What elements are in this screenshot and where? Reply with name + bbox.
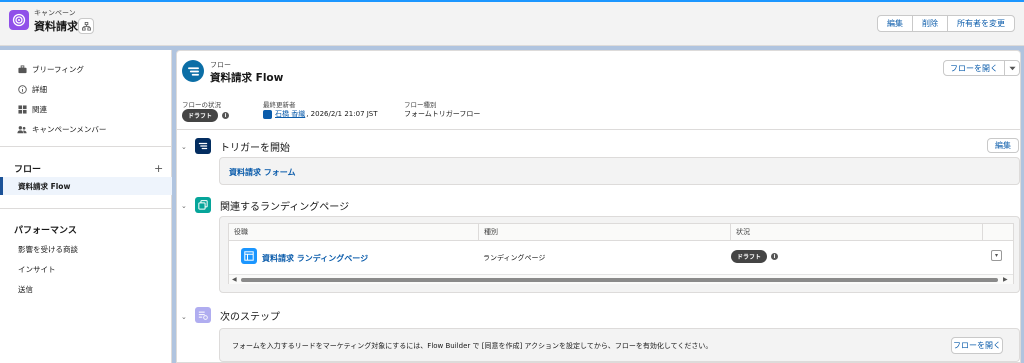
edit-button[interactable]: 編集 — [877, 15, 913, 32]
landing-page-icon — [195, 197, 211, 213]
column-header-status[interactable]: 状況 — [731, 224, 983, 241]
nav-item-label: 関連 — [32, 104, 47, 114]
record-type-label: キャンペーン — [34, 9, 76, 17]
flow-icon — [182, 60, 204, 82]
nav-item-briefing[interactable]: ブリーフィング — [17, 62, 84, 76]
grid-icon — [17, 104, 27, 114]
trigger-card: 資料請求 フォーム — [219, 157, 1020, 185]
nav-item-label: 詳細 — [32, 84, 47, 94]
edit-trigger-button[interactable]: 編集 — [987, 138, 1019, 153]
hierarchy-icon — [81, 21, 91, 31]
last-modified-value: 石橋 香織 , 2026/2/1 21:07 JST — [263, 109, 378, 119]
info-icon — [17, 84, 27, 94]
landing-pages-card: 役職 種別 状況 資料請求 ランディングページ ランディングページ ドラフト i… — [219, 216, 1020, 293]
landing-pages-table: 役職 種別 状況 資料請求 ランディングページ ランディングページ ドラフト i… — [228, 223, 1014, 284]
landing-page-status: ドラフト i — [731, 250, 779, 263]
horizontal-scrollbar[interactable]: ◀ ▶ — [229, 274, 1013, 284]
nav-item-insights[interactable]: インサイト — [18, 264, 56, 275]
scroll-left-icon[interactable]: ◀ — [232, 276, 237, 283]
nav-section-flow: フロー — [14, 165, 42, 175]
next-steps-text: フォームを入力するリードをマーケティング対象にするには、Flow Builder… — [232, 342, 713, 350]
add-flow-button[interactable]: + — [154, 162, 163, 175]
nav-item-details[interactable]: 詳細 — [17, 82, 47, 96]
column-header-type[interactable]: 種別 — [479, 224, 731, 241]
next-steps-icon — [195, 307, 211, 323]
nav-divider — [0, 146, 172, 147]
chevron-down-icon — [1008, 66, 1016, 70]
nav-item-label: ブリーフィング — [32, 64, 84, 74]
open-flow-button[interactable]: フローを開く — [951, 337, 1003, 354]
nav-section-performance: パフォーマンス — [14, 226, 77, 236]
open-flow-menu-button[interactable] — [1004, 60, 1020, 76]
chevron-down-icon[interactable]: ⌄ — [181, 313, 187, 321]
campaign-target-icon — [9, 10, 29, 30]
section-title-next-steps: 次のステップ — [220, 312, 280, 323]
nav-item-flow-selected[interactable]: 資料請求 Flow — [0, 177, 172, 195]
status-badge: ドラフト — [182, 109, 219, 122]
nav-item-sends[interactable]: 送信 — [18, 284, 33, 295]
people-icon — [17, 124, 27, 134]
last-modified-label: 最終更新者 — [263, 101, 296, 109]
nav-item-label: 資料請求 Flow — [18, 182, 71, 191]
flow-status-label: フローの状況 — [182, 101, 221, 109]
scroll-right-icon[interactable]: ▶ — [1003, 276, 1008, 283]
form-link[interactable]: 資料請求 フォーム — [229, 167, 296, 178]
nav-item-influenced-opportunities[interactable]: 影響を受ける商談 — [18, 244, 78, 255]
column-header-role[interactable]: 役職 — [229, 224, 479, 241]
row-actions-button[interactable]: ▾ — [991, 250, 1002, 261]
next-steps-card: フォームを入力するリードをマーケティング対象にするには、Flow Builder… — [219, 328, 1020, 362]
nav-item-campaign-members[interactable]: キャンペーンメンバー — [17, 122, 106, 136]
briefcase-icon — [17, 64, 27, 74]
divider — [177, 129, 1020, 130]
section-title-trigger: トリガーを開始 — [220, 143, 290, 154]
scrollbar-thumb[interactable] — [241, 278, 998, 282]
section-title-landing-pages: 関連するランディングページ — [220, 202, 350, 213]
info-icon[interactable]: i — [771, 253, 779, 260]
header-action-group: 編集 削除 所有者を変更 — [877, 15, 1015, 32]
modified-date: , 2026/2/1 21:07 JST — [306, 110, 378, 118]
landing-page-link[interactable]: 資料請求 ランディングページ — [262, 253, 368, 264]
nav-item-related[interactable]: 関連 — [17, 102, 47, 116]
flow-trigger-icon — [195, 138, 211, 154]
info-icon[interactable]: i — [222, 112, 230, 119]
change-owner-button[interactable]: 所有者を変更 — [947, 15, 1015, 32]
flow-type-value: フォームトリガーフロー — [404, 110, 481, 118]
left-navigation: ブリーフィング 詳細 関連 キャンペーンメンバー フロー + 資料請求 Flow… — [0, 50, 172, 363]
nav-divider — [0, 208, 172, 209]
landing-page-type: ランディングページ — [483, 254, 546, 262]
record-header: キャンペーン 資料請求 編集 削除 所有者を変更 — [0, 0, 1024, 46]
flow-status-value: ドラフト i — [182, 109, 230, 122]
nav-item-label: キャンペーンメンバー — [32, 124, 107, 134]
modifier-link[interactable]: 石橋 香織 — [275, 109, 305, 119]
chevron-down-icon[interactable]: ⌄ — [181, 202, 187, 210]
hierarchy-button[interactable] — [78, 18, 94, 34]
flow-type-label: フロー — [210, 61, 231, 69]
open-flow-button[interactable]: フローを開く — [943, 60, 1005, 76]
avatar — [263, 109, 272, 119]
flow-detail-panel: フロー 資料請求 Flow フローを開く フローの状況 ドラフト i 最終更新者… — [176, 50, 1021, 363]
chevron-down-icon[interactable]: ⌄ — [181, 143, 187, 151]
delete-button[interactable]: 削除 — [912, 15, 948, 32]
flow-title: 資料請求 Flow — [210, 72, 284, 84]
status-badge: ドラフト — [731, 250, 768, 263]
flow-type-field-label: フロー種別 — [404, 101, 437, 109]
record-title: 資料請求 — [34, 20, 78, 33]
landing-page-icon — [241, 248, 257, 264]
